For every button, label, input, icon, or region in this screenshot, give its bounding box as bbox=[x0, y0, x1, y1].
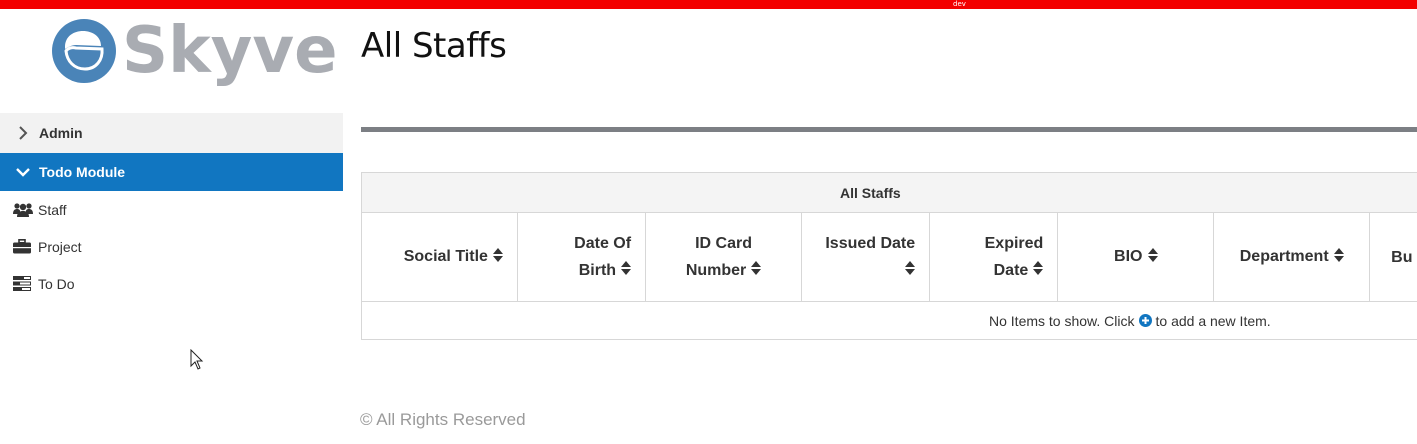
environment-bar bbox=[0, 0, 1417, 9]
column-header-label: ID Card bbox=[695, 234, 752, 252]
sidebar-module-label: Admin bbox=[39, 125, 83, 141]
sort-icon bbox=[1033, 257, 1044, 284]
add-item-icon[interactable] bbox=[1138, 314, 1152, 327]
sidebar-module-label: Todo Module bbox=[39, 164, 126, 180]
column-header-social-title[interactable]: Social Title bbox=[362, 213, 518, 301]
sort-icon bbox=[751, 257, 762, 284]
column-header-label: Issued Date bbox=[825, 234, 916, 252]
column-header-label: Bu bbox=[1391, 248, 1413, 266]
column-header-issued-date[interactable]: Issued Date bbox=[802, 213, 931, 301]
mouse-cursor-icon bbox=[190, 349, 204, 370]
column-header-id-card-number[interactable]: ID Card Number bbox=[646, 213, 802, 301]
page-title: All Staffs bbox=[361, 26, 507, 66]
footer-copyright: © All Rights Reserved bbox=[360, 410, 526, 429]
sidebar-item-label: Project bbox=[38, 238, 82, 255]
sort-icon bbox=[492, 244, 503, 271]
users-icon bbox=[13, 202, 33, 218]
column-header-label: Date Of bbox=[574, 234, 632, 252]
column-header-date-of-birth[interactable]: Date Of Birth bbox=[518, 213, 647, 301]
sidebar-item-label: To Do bbox=[38, 275, 75, 292]
sort-icon bbox=[905, 257, 916, 284]
chevron-right-icon bbox=[16, 126, 30, 140]
briefcase-icon bbox=[13, 239, 33, 255]
column-header-label: BIO bbox=[1114, 248, 1143, 266]
environment-label: dev bbox=[953, 0, 966, 8]
chevron-down-icon bbox=[16, 165, 30, 179]
empty-message-row: No Items to show. Click to add a new Ite… bbox=[362, 302, 1417, 339]
sidebar-item-todo[interactable]: To Do bbox=[0, 265, 343, 302]
grid-header-row: Social Title Date Of Birth ID Card Number … bbox=[362, 213, 1417, 302]
sidebar-item-project[interactable]: Project bbox=[0, 228, 343, 265]
skyve-logo-text: Skyve bbox=[122, 14, 338, 88]
sidebar-item-label: Staff bbox=[38, 201, 67, 218]
sidebar-module-admin[interactable]: Admin bbox=[0, 113, 343, 153]
empty-message-text: to add a new Item. bbox=[1155, 312, 1271, 329]
sort-icon bbox=[1333, 244, 1344, 271]
sidebar-item-staff[interactable]: Staff bbox=[0, 191, 343, 228]
title-divider bbox=[361, 127, 1417, 132]
column-header-label: Department bbox=[1239, 248, 1329, 266]
empty-message-text: No Items to show. Click bbox=[989, 312, 1135, 329]
sort-icon bbox=[1147, 244, 1158, 271]
column-header-label: Date bbox=[993, 261, 1029, 279]
column-header-expired-date[interactable]: Expired Date bbox=[930, 213, 1059, 301]
sidebar: Admin Todo Module Staff Project To Do bbox=[0, 113, 343, 302]
column-header-label: Birth bbox=[578, 261, 617, 279]
list-icon bbox=[13, 276, 33, 292]
grid-caption: All Staffs bbox=[362, 173, 1417, 213]
sidebar-module-todo[interactable]: Todo Module bbox=[0, 153, 343, 191]
skyve-logo[interactable]: Skyve bbox=[52, 16, 338, 88]
column-header-label: Expired bbox=[984, 234, 1044, 252]
column-header-bu[interactable]: Bu bbox=[1370, 213, 1417, 301]
skyve-logo-icon bbox=[52, 19, 116, 83]
staff-grid: All Staffs Social Title Date Of Birth ID … bbox=[361, 172, 1417, 340]
sort-icon bbox=[621, 257, 632, 284]
column-header-department[interactable]: Department bbox=[1214, 213, 1371, 301]
column-header-label: Number bbox=[685, 261, 747, 279]
column-header-label: Social Title bbox=[403, 248, 488, 266]
column-header-bio[interactable]: BIO bbox=[1058, 213, 1215, 301]
